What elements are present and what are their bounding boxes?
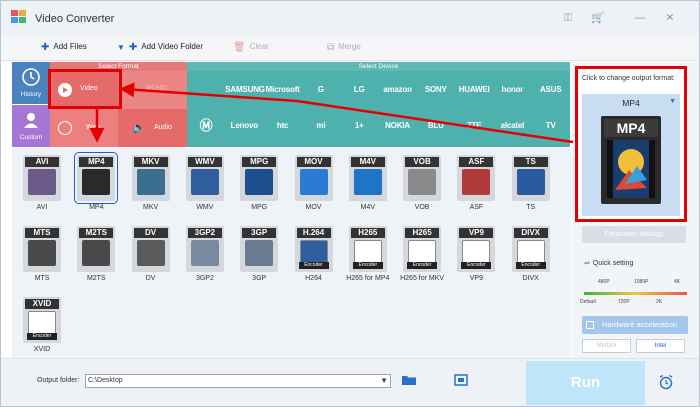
annotation-arrows bbox=[89, 82, 574, 144]
app-window: Video Converter ⚿ 🛒 — ✕ ✚ Add Files ▼ ✚ Add… bbox=[0, 0, 700, 407]
annotation-arrow-to-video bbox=[119, 82, 574, 144]
